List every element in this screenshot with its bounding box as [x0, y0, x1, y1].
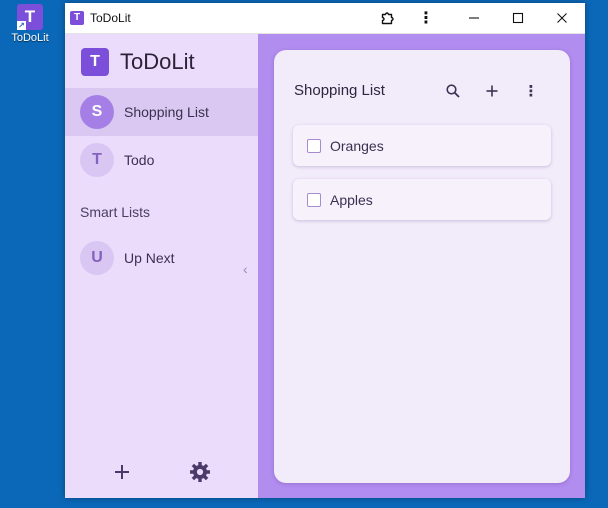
list-card: Shopping List ⋮ Oranges Apples: [274, 50, 570, 483]
list-title: Shopping List: [294, 82, 385, 99]
list-more-button[interactable]: ⋮: [520, 80, 542, 102]
avatar: T: [80, 143, 114, 177]
minimize-icon: [469, 17, 479, 19]
list-item[interactable]: Apples: [293, 179, 551, 220]
settings-button[interactable]: [188, 460, 212, 484]
desktop-shortcut-todolit[interactable]: T ↗ ToDoLit: [6, 4, 54, 44]
sidebar: T ToDoLit S Shopping List T Todo Smart L…: [65, 34, 258, 498]
brand-logo: T: [81, 48, 109, 76]
shortcut-arrow-icon: ↗: [17, 21, 26, 30]
brand: T ToDoLit: [81, 48, 195, 76]
sidebar-item-up-next[interactable]: U Up Next: [65, 234, 258, 282]
maximize-icon: [512, 12, 524, 24]
search-button[interactable]: [442, 80, 464, 102]
window-title: ToDoLit: [90, 11, 131, 25]
gear-icon: [190, 462, 210, 482]
collapse-sidebar-chevron-icon[interactable]: ‹: [243, 261, 248, 277]
sidebar-item-label: Up Next: [124, 250, 175, 266]
sidebar-item-label: Shopping List: [124, 104, 209, 120]
plus-icon: [115, 465, 129, 479]
app-window: T ToDoLit ⋮ T ToDoLit S Shopping List T …: [65, 3, 585, 498]
todolit-app-icon: T ↗: [17, 4, 43, 30]
more-vert-icon: ⋮: [523, 83, 539, 100]
smart-lists-heading: Smart Lists: [80, 204, 151, 220]
maximize-button[interactable]: [496, 3, 540, 33]
item-label: Oranges: [330, 137, 384, 154]
list-item[interactable]: Oranges: [293, 125, 551, 166]
window-app-icon: T: [70, 11, 84, 25]
sidebar-item-todo[interactable]: T Todo: [65, 136, 258, 184]
sidebar-item-label: Todo: [124, 152, 155, 168]
more-vert-icon: ⋮: [418, 10, 434, 27]
window-more-button[interactable]: ⋮: [404, 3, 448, 33]
add-list-button[interactable]: [110, 460, 134, 484]
puzzle-icon: [381, 12, 394, 25]
shortcut-label: ToDoLit: [11, 32, 49, 44]
main-panel: Shopping List ⋮ Oranges Apples: [258, 34, 585, 498]
close-button[interactable]: [540, 3, 584, 33]
sidebar-item-shopping-list[interactable]: S Shopping List: [65, 88, 258, 136]
add-item-button[interactable]: [481, 80, 503, 102]
title-bar[interactable]: T ToDoLit ⋮: [65, 3, 585, 34]
shortcut-letter: T: [24, 7, 36, 26]
item-checkbox[interactable]: [307, 138, 321, 153]
plus-icon: [486, 85, 498, 97]
item-label: Apples: [330, 191, 373, 208]
avatar: U: [80, 241, 114, 275]
brand-name: ToDoLit: [120, 49, 195, 74]
avatar: S: [80, 95, 114, 129]
search-icon: [446, 84, 460, 98]
item-checkbox[interactable]: [307, 192, 321, 207]
minimize-button[interactable]: [452, 3, 496, 33]
close-icon: [557, 13, 567, 23]
